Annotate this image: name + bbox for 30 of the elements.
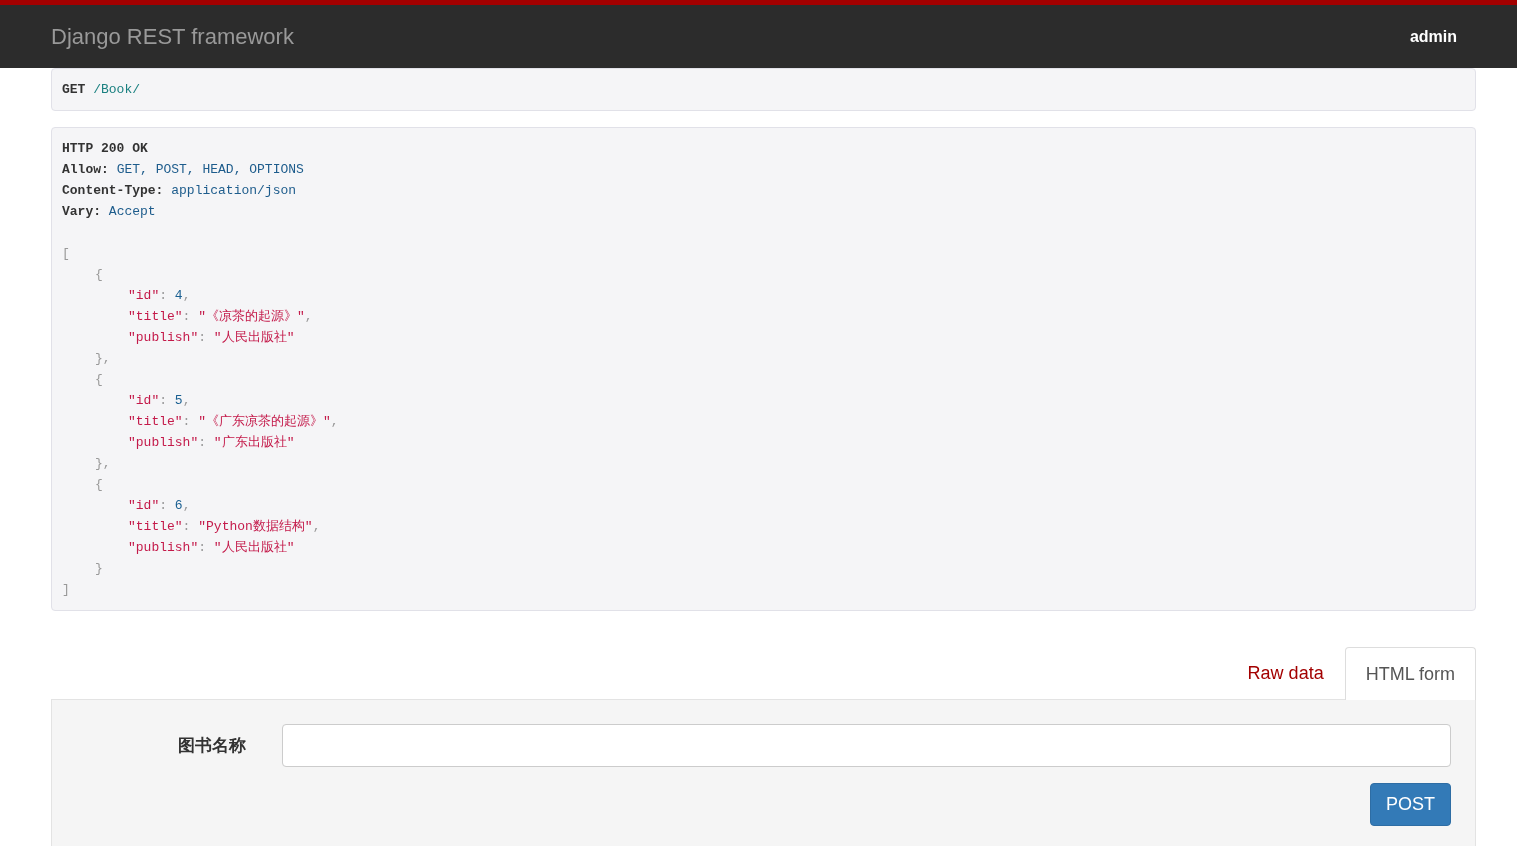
json-line: "id": 4, xyxy=(127,287,192,305)
json-line: }, xyxy=(94,350,112,368)
form-tab[interactable]: Raw data xyxy=(1226,647,1345,699)
text-input-field[interactable] xyxy=(281,724,1451,767)
json-line: "id": 6, xyxy=(127,497,192,515)
request-method: GET xyxy=(62,82,86,97)
field-label: 图书名称 xyxy=(176,734,247,757)
json-line: { xyxy=(94,266,104,284)
json-line: "title": "《凉茶的起源》", xyxy=(127,308,314,326)
user-menu[interactable]: admin xyxy=(1409,24,1457,49)
json-line: "publish": "人民出版社" xyxy=(127,539,296,557)
json-line: } xyxy=(94,560,104,578)
json-line: ] xyxy=(62,581,71,599)
header-line: Allow: GET, POST, HEAD, OPTIONS xyxy=(62,161,305,179)
json-line: "title": "《广东凉茶的起源》", xyxy=(127,413,340,431)
json-line: { xyxy=(94,371,104,389)
json-line: }, xyxy=(94,455,112,473)
status-line: HTTP 200 OK xyxy=(62,140,149,158)
json-line: "title": "Python数据结构", xyxy=(127,518,322,536)
json-line: "publish": "人民出版社" xyxy=(127,329,296,347)
json-line: "id": 5, xyxy=(127,392,192,410)
brand-title[interactable]: Django REST framework xyxy=(51,20,294,53)
json-line: "publish": "广东出版社" xyxy=(127,434,296,452)
form-tab[interactable]: HTML form xyxy=(1344,647,1476,700)
header-line: Vary: Accept xyxy=(62,203,157,221)
json-line: { xyxy=(94,476,104,494)
request-path-link[interactable]: /Book/ xyxy=(93,82,141,97)
header-line: Content-Type: application/json xyxy=(62,182,298,200)
post-button[interactable]: POST xyxy=(1370,783,1451,826)
json-line: [ xyxy=(62,245,71,263)
